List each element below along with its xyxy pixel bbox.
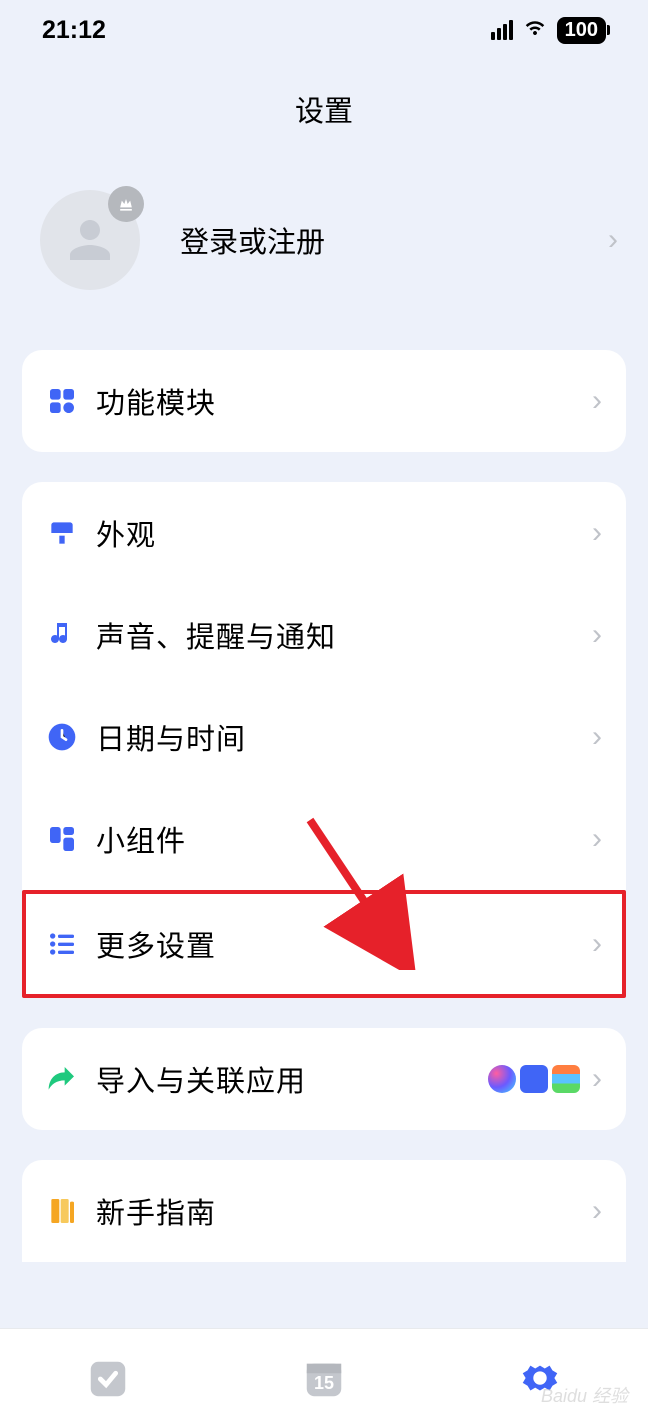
row-widget[interactable]: 小组件 ›: [22, 788, 626, 890]
row-import[interactable]: 导入与关联应用 ›: [22, 1028, 626, 1130]
chevron-right-icon: ›: [592, 1062, 602, 1096]
avatar-wrap: [40, 190, 140, 290]
settings-group-2: 外观 › 声音、提醒与通知 › 日期与时间 › 小组件 ›: [22, 482, 626, 890]
widget-icon: [46, 823, 78, 855]
row-label: 外观: [96, 512, 592, 554]
chevron-right-icon: ›: [592, 822, 602, 856]
bottom-tab-bar: 15: [0, 1328, 648, 1428]
chevron-right-icon: ›: [592, 384, 602, 418]
row-datetime[interactable]: 日期与时间 ›: [22, 686, 626, 788]
row-sound[interactable]: 声音、提醒与通知 ›: [22, 584, 626, 686]
row-label: 日期与时间: [96, 716, 592, 758]
cellular-signal-icon: [491, 20, 513, 40]
row-label: 更多设置: [96, 923, 592, 965]
siri-icon: [488, 1065, 516, 1093]
status-indicators: 100: [491, 15, 606, 46]
row-guide[interactable]: 新手指南 ›: [22, 1160, 626, 1262]
chevron-right-icon: ›: [592, 720, 602, 754]
sound-icon: [46, 619, 78, 651]
import-icon: [46, 1063, 78, 1095]
wifi-icon: [523, 15, 547, 46]
settings-group-4: 新手指南 ›: [22, 1160, 626, 1262]
row-appearance[interactable]: 外观 ›: [22, 482, 626, 584]
row-label: 新手指南: [96, 1190, 592, 1232]
chevron-right-icon: ›: [592, 1194, 602, 1228]
row-label: 小组件: [96, 818, 592, 860]
appearance-icon: [46, 517, 78, 549]
reminders-icon: [552, 1065, 580, 1093]
chevron-right-icon: ›: [592, 618, 602, 652]
row-label: 功能模块: [96, 380, 592, 422]
profile-login-row[interactable]: 登录或注册 ›: [0, 170, 648, 350]
tab-calendar-date: 15: [314, 1373, 334, 1394]
login-register-label: 登录或注册: [180, 219, 608, 261]
settings-group-3: 导入与关联应用 ›: [22, 1028, 626, 1130]
highlighted-row-container: 更多设置 ›: [22, 890, 626, 998]
modules-icon: [46, 385, 78, 417]
row-more-settings[interactable]: 更多设置 ›: [26, 894, 622, 994]
more-settings-icon: [46, 928, 78, 960]
guide-icon: [46, 1195, 78, 1227]
tab-tasks[interactable]: [82, 1353, 134, 1405]
battery-indicator: 100: [557, 17, 606, 44]
linked-apps-icons: [488, 1065, 580, 1093]
row-label: 导入与关联应用: [96, 1058, 488, 1100]
row-label: 声音、提醒与通知: [96, 614, 592, 656]
page-title: 设置: [0, 60, 648, 170]
status-bar: 21:12 100: [0, 0, 648, 60]
chevron-right-icon: ›: [592, 927, 602, 961]
tab-calendar[interactable]: 15: [298, 1353, 350, 1405]
calendar-icon: [520, 1065, 548, 1093]
row-modules[interactable]: 功能模块 ›: [22, 350, 626, 452]
settings-group-1: 功能模块 ›: [22, 350, 626, 452]
status-time: 21:12: [42, 16, 106, 45]
crown-badge-icon: [108, 186, 144, 222]
chevron-right-icon: ›: [608, 223, 618, 257]
chevron-right-icon: ›: [592, 516, 602, 550]
datetime-icon: [46, 721, 78, 753]
watermark: Baidu 经验: [541, 1382, 628, 1408]
